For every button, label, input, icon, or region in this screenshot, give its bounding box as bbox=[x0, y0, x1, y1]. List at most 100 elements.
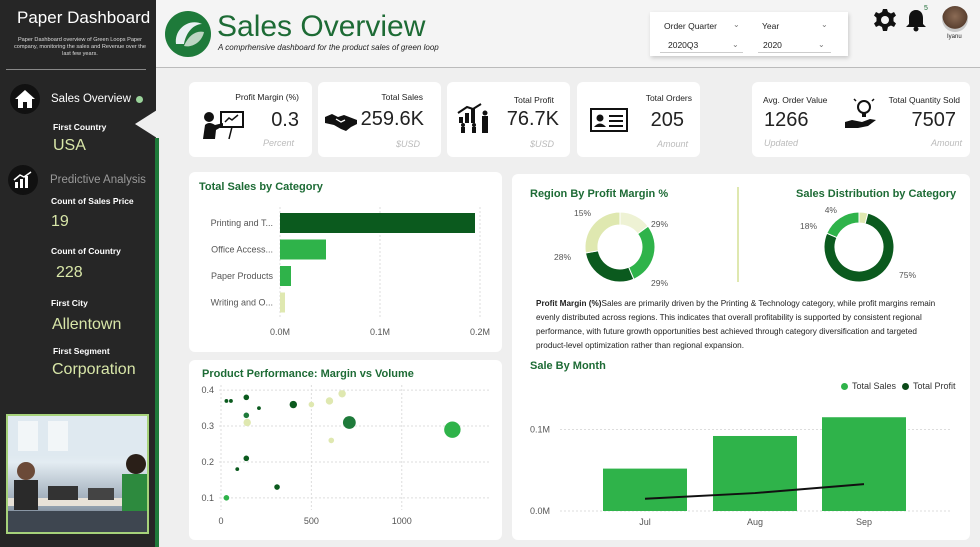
divider bbox=[758, 52, 831, 53]
card-product-performance: Product Performance: Margin vs Volume 0.… bbox=[189, 360, 502, 540]
filter-order-quarter-select[interactable]: 2020Q3 bbox=[668, 40, 698, 50]
nav-sales-overview[interactable]: Sales Overview bbox=[51, 93, 131, 105]
chart-title: Sale By Month bbox=[530, 360, 606, 372]
legend-dot bbox=[902, 382, 910, 390]
gear-icon[interactable] bbox=[873, 8, 897, 32]
idea-hand-icon bbox=[845, 98, 876, 128]
insight-text: Profit Margin (%)Sales are primarily dri… bbox=[536, 297, 941, 353]
scatter-point bbox=[289, 400, 298, 409]
stat-label: First City bbox=[51, 298, 88, 308]
card-sales-by-category: Total Sales by Category 0.0M 0.1M 0.2M Prin… bbox=[189, 172, 502, 352]
kpi-label: Total Profit bbox=[513, 95, 554, 105]
page-subtitle: A comprhensive dashboard for the product… bbox=[218, 43, 439, 52]
kpi-card-total-sales: Total Sales 259.6K $USD bbox=[318, 82, 441, 157]
x-tick-label: 0.0M bbox=[270, 327, 290, 337]
kpi-unit: Percent bbox=[262, 138, 294, 148]
kpi-unit: Amount bbox=[656, 139, 688, 149]
kpi-label: Total Sales bbox=[381, 92, 423, 102]
slice-label: 4% bbox=[825, 205, 838, 215]
handshake-icon bbox=[325, 114, 357, 131]
kpi-unit: Updated bbox=[764, 138, 799, 148]
bar bbox=[280, 239, 326, 260]
scatter-point bbox=[342, 416, 356, 429]
kpi-label: Total Quantity Sold bbox=[888, 95, 960, 105]
x-tick-label: 500 bbox=[304, 516, 319, 526]
legend-label: Total Sales bbox=[852, 381, 897, 391]
x-tick-label: Jul bbox=[639, 517, 651, 527]
page-title: Sales Overview bbox=[217, 10, 426, 43]
y-tick-label: 0.4 bbox=[201, 385, 214, 395]
kpi-unit: $USD bbox=[395, 139, 420, 149]
donut-slice bbox=[584, 211, 621, 254]
filter-order-quarter-label: Order Quarter bbox=[664, 21, 717, 31]
bar bbox=[603, 468, 687, 511]
chevron-down-icon[interactable]: ⌄ bbox=[733, 20, 740, 29]
y-tick-label: 0.2 bbox=[201, 457, 214, 467]
insight-bold: Profit Margin (%) bbox=[536, 299, 602, 308]
sidebar-subtitle: Paper Dashboard overview of Green Loops … bbox=[13, 37, 147, 57]
scatter-point bbox=[224, 399, 229, 403]
office-photo bbox=[6, 414, 149, 534]
presenter-icon bbox=[203, 111, 244, 140]
filter-year-select[interactable]: 2020 bbox=[763, 40, 782, 50]
kpi-value: 205 bbox=[650, 109, 684, 131]
bar bbox=[280, 266, 291, 286]
filter-panel: Order Quarter ⌄ 2020Q3 ⌄ Year ⌄ 2020 ⌄ bbox=[650, 12, 848, 56]
sidebar: Paper Dashboard Paper Dashboard overview… bbox=[0, 0, 157, 547]
notification-count: 5 bbox=[924, 5, 928, 12]
chevron-down-icon[interactable]: ⌄ bbox=[732, 40, 739, 49]
y-tick-label: 0.0M bbox=[530, 506, 550, 516]
y-tick-label: 0.1 bbox=[201, 493, 214, 503]
stat-label: First Country bbox=[53, 122, 107, 132]
chart-legend: Total Sales Total Profit bbox=[841, 381, 956, 391]
nav-predictive-analysis[interactable]: Predictive Analysis bbox=[50, 174, 146, 186]
chart-icon[interactable] bbox=[8, 165, 38, 195]
kpi-label: Avg. Order Value bbox=[763, 95, 828, 105]
legend-label: Total Profit bbox=[913, 381, 956, 391]
chevron-down-icon[interactable]: ⌄ bbox=[818, 40, 825, 49]
kpi-value: 1266 bbox=[764, 109, 809, 131]
bar bbox=[822, 417, 906, 511]
kpi-label: Profit Margin (%) bbox=[235, 92, 299, 102]
scatter-point bbox=[243, 412, 250, 419]
scatter-point bbox=[328, 437, 335, 444]
scatter-point bbox=[243, 455, 250, 462]
stat-label: Count of Country bbox=[51, 246, 121, 256]
x-tick-label: 0 bbox=[218, 516, 223, 526]
category-label: Office Access... bbox=[211, 245, 273, 255]
kpi-value: 0.3 bbox=[271, 109, 299, 131]
chevron-down-icon[interactable]: ⌄ bbox=[821, 20, 828, 29]
kpi-value: 76.7K bbox=[506, 108, 559, 130]
scatter-point bbox=[325, 397, 334, 405]
stat-value: USA bbox=[53, 137, 86, 154]
scatter-point bbox=[274, 484, 280, 490]
slice-label: 15% bbox=[574, 208, 591, 218]
x-tick-label: 1000 bbox=[392, 516, 412, 526]
category-label: Paper Products bbox=[211, 271, 274, 281]
x-tick-label: 0.2M bbox=[470, 327, 490, 337]
x-tick-label: Aug bbox=[747, 517, 763, 527]
home-icon[interactable] bbox=[10, 84, 40, 114]
kpi-value: 7507 bbox=[911, 109, 957, 131]
category-bar-chart: 0.0M 0.1M 0.2M Printing and T... Office Acce… bbox=[211, 207, 490, 337]
avatar[interactable] bbox=[942, 6, 968, 32]
kpi-card-avg-order-quantity: Avg. Order Value 1266 Updated Total Quan… bbox=[752, 82, 970, 157]
scatter-point bbox=[308, 401, 315, 408]
stat-label: Count of Sales Price bbox=[51, 196, 134, 206]
scatter-point bbox=[444, 421, 461, 438]
donut-slice bbox=[584, 250, 635, 283]
scatter-point bbox=[223, 495, 230, 501]
scatter-point bbox=[243, 418, 251, 427]
x-tick-label: Sep bbox=[856, 517, 872, 527]
stat-value: Corporation bbox=[52, 361, 136, 378]
stat-label: First Segment bbox=[53, 346, 110, 356]
stat-value: Allentown bbox=[52, 316, 122, 333]
stat-value: 19 bbox=[51, 213, 69, 230]
bar bbox=[280, 213, 475, 233]
scatter-point bbox=[257, 406, 261, 411]
kpi-card-profit-margin: Profit Margin (%) 0.3 Percent bbox=[189, 82, 312, 157]
distribution-donut-chart: 4% 75% 18% bbox=[800, 205, 916, 283]
scatter-point bbox=[235, 467, 240, 472]
x-tick-label: 0.1M bbox=[370, 327, 390, 337]
active-stripe bbox=[155, 138, 159, 547]
